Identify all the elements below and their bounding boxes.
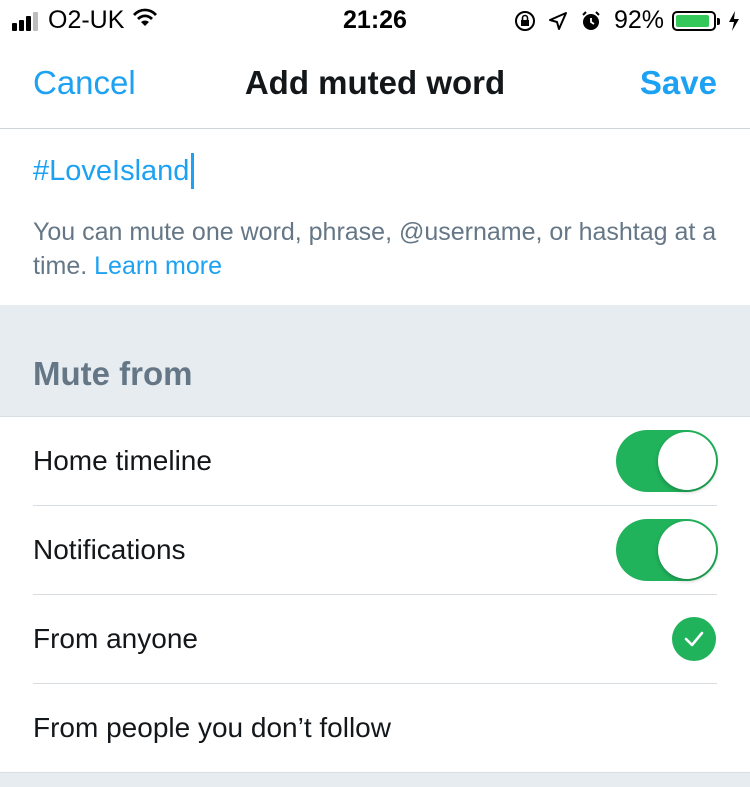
- home-timeline-label: Home timeline: [33, 445, 212, 476]
- help-text: You can mute one word, phrase, @username…: [33, 215, 733, 283]
- section-title: Mute from: [33, 355, 193, 392]
- navigation-bar: Cancel Add muted word Save: [0, 40, 750, 129]
- from-people-you-dont-follow-row[interactable]: From people you don’t follow: [0, 684, 750, 773]
- battery-percent: 92%: [613, 6, 664, 34]
- checkmark-icon: [672, 617, 716, 661]
- mute-from-section-header: Mute from: [0, 305, 750, 417]
- bottom-section-background: [0, 772, 750, 787]
- battery-fill: [676, 14, 710, 27]
- notifications-row[interactable]: Notifications: [0, 506, 750, 595]
- from-anyone-label: From anyone: [33, 623, 198, 654]
- charging-icon: [728, 10, 740, 32]
- muted-word-value: #LoveIsland: [33, 154, 190, 187]
- cancel-button[interactable]: Cancel: [33, 64, 136, 102]
- toggle-knob: [658, 432, 716, 490]
- save-button[interactable]: Save: [640, 64, 717, 102]
- learn-more-link[interactable]: Learn more: [94, 252, 222, 280]
- battery-icon: [672, 10, 720, 31]
- location-icon: [548, 11, 568, 31]
- text-caret: [191, 153, 195, 189]
- alarm-icon: [580, 10, 602, 32]
- home-timeline-toggle[interactable]: [616, 430, 718, 492]
- muted-word-input-area: #LoveIsland You can mute one word, phras…: [0, 129, 750, 305]
- notifications-toggle[interactable]: [616, 519, 718, 581]
- from-people-you-dont-follow-label: From people you don’t follow: [33, 712, 391, 743]
- orientation-lock-icon: [514, 10, 536, 32]
- status-bar: O2-UK 21:26 92%: [0, 0, 750, 40]
- from-anyone-row[interactable]: From anyone: [0, 595, 750, 684]
- notifications-label: Notifications: [33, 534, 186, 565]
- battery-cap: [717, 17, 720, 25]
- home-timeline-row[interactable]: Home timeline: [0, 417, 750, 506]
- status-right: 92%: [502, 6, 740, 35]
- muted-word-input[interactable]: #LoveIsland: [33, 153, 195, 189]
- toggle-knob: [658, 521, 716, 579]
- screen: O2-UK 21:26 92% Cancel Add muted word Sa…: [0, 0, 750, 787]
